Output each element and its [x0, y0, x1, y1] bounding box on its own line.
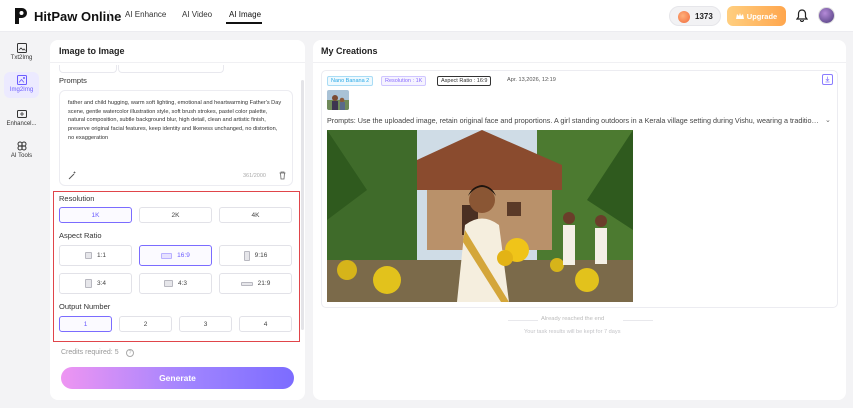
end-of-list-text: Already reached the end — [541, 316, 605, 322]
option-label: 3 — [203, 320, 208, 328]
credits-balance[interactable]: 1373 — [669, 6, 721, 26]
nav-tab-ai-image[interactable]: AI Image — [229, 10, 261, 19]
tools-icon — [17, 141, 26, 151]
rail-label: Img2Img — [9, 87, 34, 93]
resolution-label: Resolution — [59, 194, 95, 203]
bell-icon[interactable] — [796, 9, 808, 22]
prompt-char-count: 361/2000 — [243, 173, 266, 179]
download-icon[interactable] — [822, 74, 833, 85]
rail-item-ai-tools[interactable]: AI Tools — [4, 138, 39, 164]
resolution-option-2k[interactable]: 2K — [139, 207, 212, 223]
resolution-tag: Resolution : 1K — [381, 76, 427, 86]
my-creations-panel: My Creations Nano Banana 2 Resolution : … — [313, 40, 846, 400]
resolution-option-1k[interactable]: 1K — [59, 207, 132, 223]
creation-card: Nano Banana 2 Resolution : 1K Aspect Rat… — [321, 70, 838, 308]
chevron-down-icon[interactable]: ⌄ — [825, 116, 831, 124]
coin-icon — [678, 11, 690, 23]
creation-prompt: Prompts: Use the uploaded image, retain … — [327, 116, 822, 125]
credits-required: Credits required: 5 — [61, 349, 119, 356]
option-label: 1 — [83, 320, 88, 328]
option-label: 3:4 — [96, 280, 107, 287]
output-option-3[interactable]: 3 — [179, 316, 232, 332]
ultrawide-ratio-icon — [240, 281, 253, 286]
source-image-thumbnail[interactable] — [327, 90, 349, 110]
creations-title: My Creations — [321, 46, 378, 56]
nav-tab-ai-enhance[interactable]: AI Enhance — [125, 10, 166, 19]
option-label: 4 — [263, 320, 268, 328]
option-label: 16:9 — [177, 252, 190, 259]
hitpaw-logo-icon[interactable] — [13, 7, 29, 25]
active-tab-indicator — [226, 22, 262, 24]
aspect-ratio-tag: Aspect Ratio : 16:9 — [437, 76, 492, 86]
crown-icon — [735, 12, 744, 19]
option-label: 9:16 — [254, 252, 268, 259]
portrait-ratio-icon — [243, 250, 250, 261]
output-option-1[interactable]: 1 — [59, 316, 112, 332]
resolution-option-4k[interactable]: 4K — [219, 207, 292, 223]
aspect-option-4-3[interactable]: 4:3 — [139, 273, 212, 294]
magic-wand-icon[interactable] — [68, 171, 77, 180]
prompt-text[interactable]: father and child hugging, warm soft ligh… — [68, 99, 283, 142]
help-icon[interactable]: ? — [126, 349, 134, 357]
rail-label: AI Tools — [10, 153, 33, 159]
prompts-label: Prompts — [59, 76, 87, 85]
output-number-label: Output Number — [59, 302, 111, 311]
output-option-2[interactable]: 2 — [119, 316, 172, 332]
option-label: 4:3 — [177, 280, 188, 287]
landscape-ratio-icon — [163, 280, 173, 287]
generate-button[interactable]: Generate — [61, 367, 294, 389]
aspect-ratio-label: Aspect Ratio — [59, 231, 102, 240]
enhance-icon — [16, 110, 27, 118]
panel-title: Image to Image — [59, 46, 125, 56]
aspect-option-3-4[interactable]: 3:4 — [59, 273, 132, 294]
aspect-option-9-16[interactable]: 9:16 — [219, 245, 292, 266]
rail-item-enhance[interactable]: Enhancel... — [4, 106, 39, 132]
generated-image[interactable] — [327, 130, 633, 302]
square-ratio-icon — [84, 252, 92, 259]
user-avatar[interactable] — [818, 7, 835, 24]
image-to-image-panel: Image to Image Prompts father and child … — [50, 40, 305, 400]
upload-slot[interactable] — [59, 65, 117, 73]
nav-tab-ai-video[interactable]: AI Video — [182, 10, 212, 19]
upgrade-label: Upgrade — [746, 11, 778, 21]
credits-value: 1373 — [695, 12, 713, 21]
aspect-option-16-9[interactable]: 16:9 — [139, 245, 212, 266]
landscape-ratio-icon — [161, 252, 173, 259]
creation-date: Apr. 13,2026, 12:19 — [507, 77, 556, 83]
option-label: 1K — [91, 211, 100, 219]
divider — [623, 320, 653, 321]
rail-label: Txt2Img — [10, 55, 33, 61]
text-to-image-icon — [16, 43, 27, 53]
aspect-option-21-9[interactable]: 21:9 — [219, 273, 292, 294]
divider — [313, 62, 846, 63]
portrait-ratio-icon — [84, 279, 92, 288]
option-label: 21:9 — [257, 280, 271, 287]
left-panel-scrollbar[interactable] — [301, 80, 304, 330]
rail-item-txt2img[interactable]: Txt2Img — [4, 40, 39, 66]
model-tag: Nano Banana 2 — [327, 76, 374, 86]
upgrade-button[interactable]: Upgrade — [727, 6, 786, 26]
rail-label: Enhancel... — [6, 121, 37, 127]
prompt-textarea[interactable]: father and child hugging, warm soft ligh… — [59, 90, 293, 186]
option-label: 4K — [251, 211, 260, 219]
divider — [508, 320, 538, 321]
option-label: 2 — [143, 320, 148, 328]
aspect-option-1-1[interactable]: 1:1 — [59, 245, 132, 266]
trash-icon[interactable] — [278, 171, 287, 180]
nav-divider — [109, 10, 110, 22]
retention-notice: Your task results will be kept for 7 day… — [524, 329, 621, 335]
upload-slot[interactable] — [118, 65, 224, 73]
divider — [50, 62, 305, 63]
option-label: 1:1 — [96, 252, 107, 259]
output-option-4[interactable]: 4 — [239, 316, 292, 332]
top-bar: HitPaw Online AI Enhance AI Video AI Ima… — [0, 0, 853, 32]
rail-item-img2img[interactable]: Img2Img — [4, 72, 39, 98]
image-to-image-icon — [16, 75, 27, 85]
option-label: 2K — [171, 211, 180, 219]
